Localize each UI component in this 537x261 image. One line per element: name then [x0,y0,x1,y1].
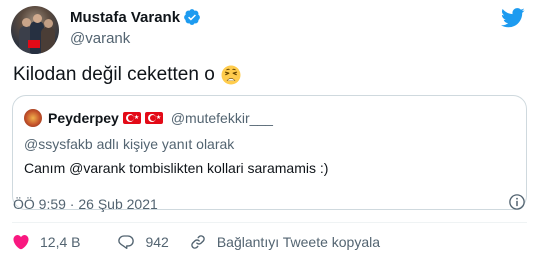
turkey-flag-icon: ★ [122,112,141,124]
quoted-tweet[interactable]: Peyderpey ★ ★ @mutefekkir___ @ssysfakb a… [12,95,527,210]
like-count: 12,4 B [40,234,81,250]
like-button[interactable]: 12,4 B [12,233,80,251]
heart-icon [13,235,29,250]
weary-face-emoji-icon [221,65,241,85]
author-handle[interactable]: @varank [70,30,201,47]
quoted-author-avatar [24,109,42,127]
quoted-reply-context: @ssysfakb adlı kişiye yanıt olarak [24,136,235,152]
info-icon[interactable] [508,193,526,211]
quoted-tweet-text: Canım @varank tombislikten kollari saram… [24,160,329,176]
reply-count: 942 [145,234,169,250]
tweet-actions: 12,4 B 942 Bağlantıyı Tweete kopyala [12,233,380,251]
reply-icon [118,235,135,250]
copy-link-button[interactable]: Bağlantıyı Tweete kopyala [189,233,380,251]
link-icon [191,235,205,249]
author-block[interactable]: Mustafa Varank @varank [70,6,201,47]
tweet-text: Kilodan değil ceketten o [13,64,215,85]
quoted-author-name: Peyderpey [48,110,119,126]
twitter-logo-icon[interactable] [501,8,525,28]
tweet-text-row: Kilodan değil ceketten o [13,64,241,86]
tweet-timestamp[interactable]: ÖÖ 9:59 · 26 Şub 2021 [13,196,158,212]
copy-link-label: Bağlantıyı Tweete kopyala [216,234,381,250]
verified-badge-icon [183,8,201,26]
divider [12,222,527,223]
quoted-author-handle: @mutefekkir___ [170,110,273,126]
author-avatar[interactable] [11,6,59,54]
reply-button[interactable]: 942 [117,233,169,251]
author-name[interactable]: Mustafa Varank [70,9,180,26]
turkey-flag-icon: ★ [144,112,163,124]
